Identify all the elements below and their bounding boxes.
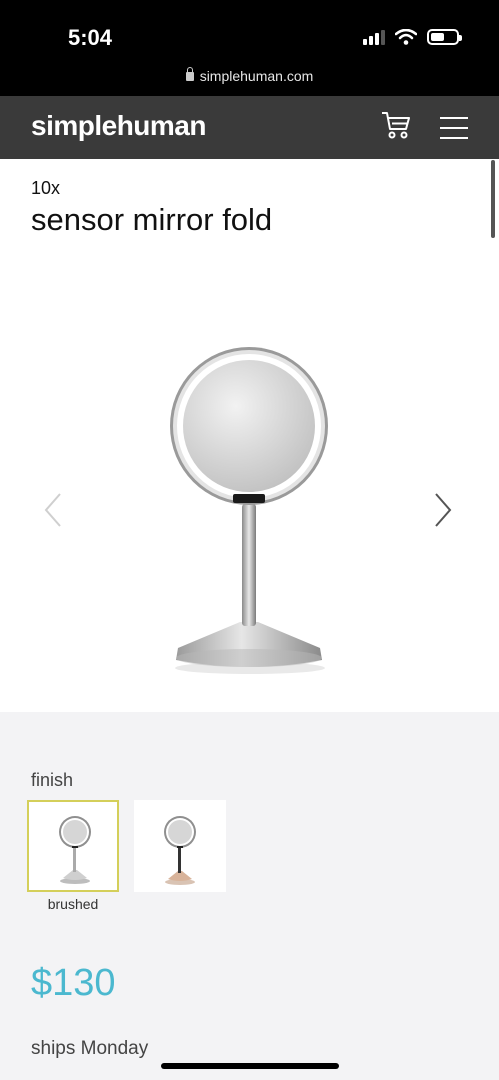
product-image bbox=[170, 347, 328, 674]
signal-icon bbox=[363, 29, 385, 45]
menu-icon[interactable] bbox=[440, 115, 470, 141]
finish-label: finish bbox=[31, 770, 74, 790]
product-subtitle: 10x bbox=[31, 178, 61, 198]
status-time: 5:04 bbox=[68, 25, 113, 50]
cart-icon[interactable] bbox=[380, 110, 412, 140]
wifi-icon bbox=[395, 29, 417, 45]
chevron-left-icon[interactable] bbox=[38, 490, 68, 530]
product-options: finish brushed $130 ships Monday bbox=[0, 712, 499, 1080]
finish-swatch-brushed[interactable] bbox=[27, 800, 119, 892]
battery-icon bbox=[427, 29, 462, 45]
rose-gold-mirror-thumbnail bbox=[164, 816, 196, 885]
address-bar[interactable]: simplehuman.com bbox=[0, 67, 499, 84]
home-indicator[interactable] bbox=[161, 1063, 339, 1069]
brand-logo[interactable]: simplehuman bbox=[31, 110, 206, 142]
lock-icon bbox=[185, 67, 194, 81]
product-title: sensor mirror fold bbox=[31, 202, 273, 237]
brushed-mirror-thumbnail bbox=[59, 816, 91, 884]
chevron-right-icon[interactable] bbox=[428, 490, 458, 530]
finish-swatch-rose-gold[interactable] bbox=[134, 800, 226, 892]
shipping-info: ships Monday bbox=[31, 1038, 149, 1059]
url-text: simplehuman.com bbox=[199, 68, 314, 84]
product-carousel[interactable] bbox=[0, 250, 499, 710]
scrollbar[interactable] bbox=[491, 160, 495, 238]
status-icons bbox=[363, 29, 462, 45]
status-bar: 5:04 simplehuman.com bbox=[0, 0, 499, 96]
site-header: simplehuman bbox=[0, 96, 499, 159]
finish-swatch-label: brushed bbox=[47, 896, 99, 912]
product-price: $130 bbox=[31, 962, 116, 1004]
